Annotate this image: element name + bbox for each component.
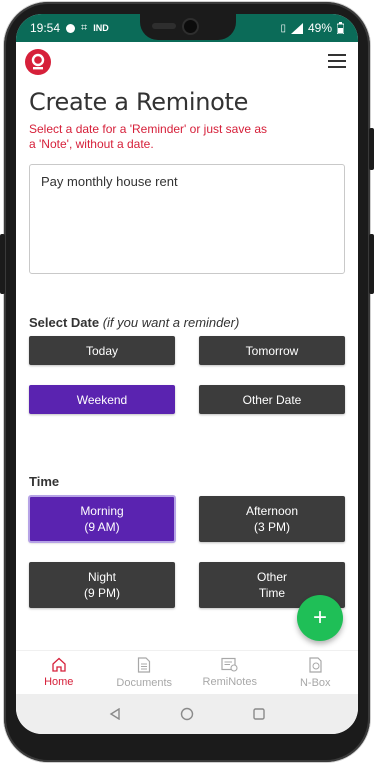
time-morning-button[interactable]: Morning (9 AM): [28, 495, 176, 543]
time-morning-value: (9 AM): [84, 520, 120, 534]
nav-home-label: Home: [44, 676, 74, 688]
home-icon: [52, 657, 66, 672]
phone-device: 19:54 ⌗ IND ▯ 49% Create a Reminote Sele…: [0, 0, 374, 768]
date-today-button[interactable]: Today: [29, 336, 175, 365]
time-other-value: Time: [258, 586, 286, 600]
nav-home[interactable]: Home: [16, 651, 102, 694]
date-tomorrow-button[interactable]: Tomorrow: [199, 336, 345, 365]
note-text-area[interactable]: Pay monthly house rent: [29, 164, 345, 274]
battery-icon: [337, 22, 344, 34]
nav-documents-label: Documents: [116, 676, 173, 689]
home-circle-icon[interactable]: [179, 706, 195, 722]
volume-button: [369, 128, 374, 170]
recents-icon[interactable]: [251, 706, 267, 722]
time-afternoon-label: Afternoon: [245, 504, 299, 518]
select-date-label: Select Date (if you want a reminder): [29, 315, 239, 330]
add-fab-button[interactable]: +: [297, 595, 343, 641]
nav-documents[interactable]: Documents: [102, 651, 188, 694]
camera-notch: [140, 14, 236, 40]
status-time: 19:54: [30, 21, 61, 35]
select-date-sublabel: (if you want a reminder): [102, 315, 240, 330]
time-afternoon-button[interactable]: Afternoon (3 PM): [199, 496, 345, 542]
date-weekend-button[interactable]: Weekend: [29, 385, 175, 414]
time-night-label: Night: [87, 570, 116, 584]
hint-text: Select a date for a 'Reminder' or just s…: [29, 122, 268, 151]
document-icon: [138, 656, 151, 673]
date-other-button[interactable]: Other Date: [199, 385, 345, 414]
time-night-value: (9 PM): [84, 586, 120, 600]
app-logo[interactable]: [25, 49, 51, 75]
nav-nbox[interactable]: N-Box: [273, 651, 359, 694]
bottom-nav: Home Documents RemiNotes N-Box: [16, 650, 358, 694]
time-other-label: Other: [256, 570, 287, 584]
time-label: Time: [29, 474, 60, 489]
signal-icon: [290, 22, 303, 34]
message-icon: [66, 23, 76, 33]
app-bar: [16, 44, 358, 84]
hamburger-menu-icon[interactable]: [328, 54, 346, 68]
back-icon[interactable]: [107, 706, 123, 722]
nav-reminotes[interactable]: RemiNotes: [187, 651, 273, 694]
time-afternoon-value: (3 PM): [254, 520, 290, 534]
nav-nbox-label: N-Box: [299, 676, 331, 689]
screen: 19:54 ⌗ IND ▯ 49% Create a Reminote Sele…: [16, 14, 358, 734]
nbox-icon: [309, 656, 322, 673]
side-button-left: [0, 234, 5, 294]
network-icon: ⌗: [81, 21, 88, 34]
battery-percent: 49%: [307, 21, 332, 35]
reminotes-icon: [221, 657, 238, 672]
time-night-button[interactable]: Night (9 PM): [29, 562, 175, 608]
vibrate-icon: ▯: [280, 22, 286, 34]
time-morning-label: Morning: [80, 504, 124, 518]
system-nav-bar: [16, 694, 358, 734]
nav-reminotes-label: RemiNotes: [202, 676, 257, 688]
carrier-label: IND: [93, 23, 109, 33]
select-date-title: Select Date: [29, 315, 100, 330]
power-button: [369, 234, 374, 294]
page-title: Create a Reminote: [29, 88, 249, 116]
